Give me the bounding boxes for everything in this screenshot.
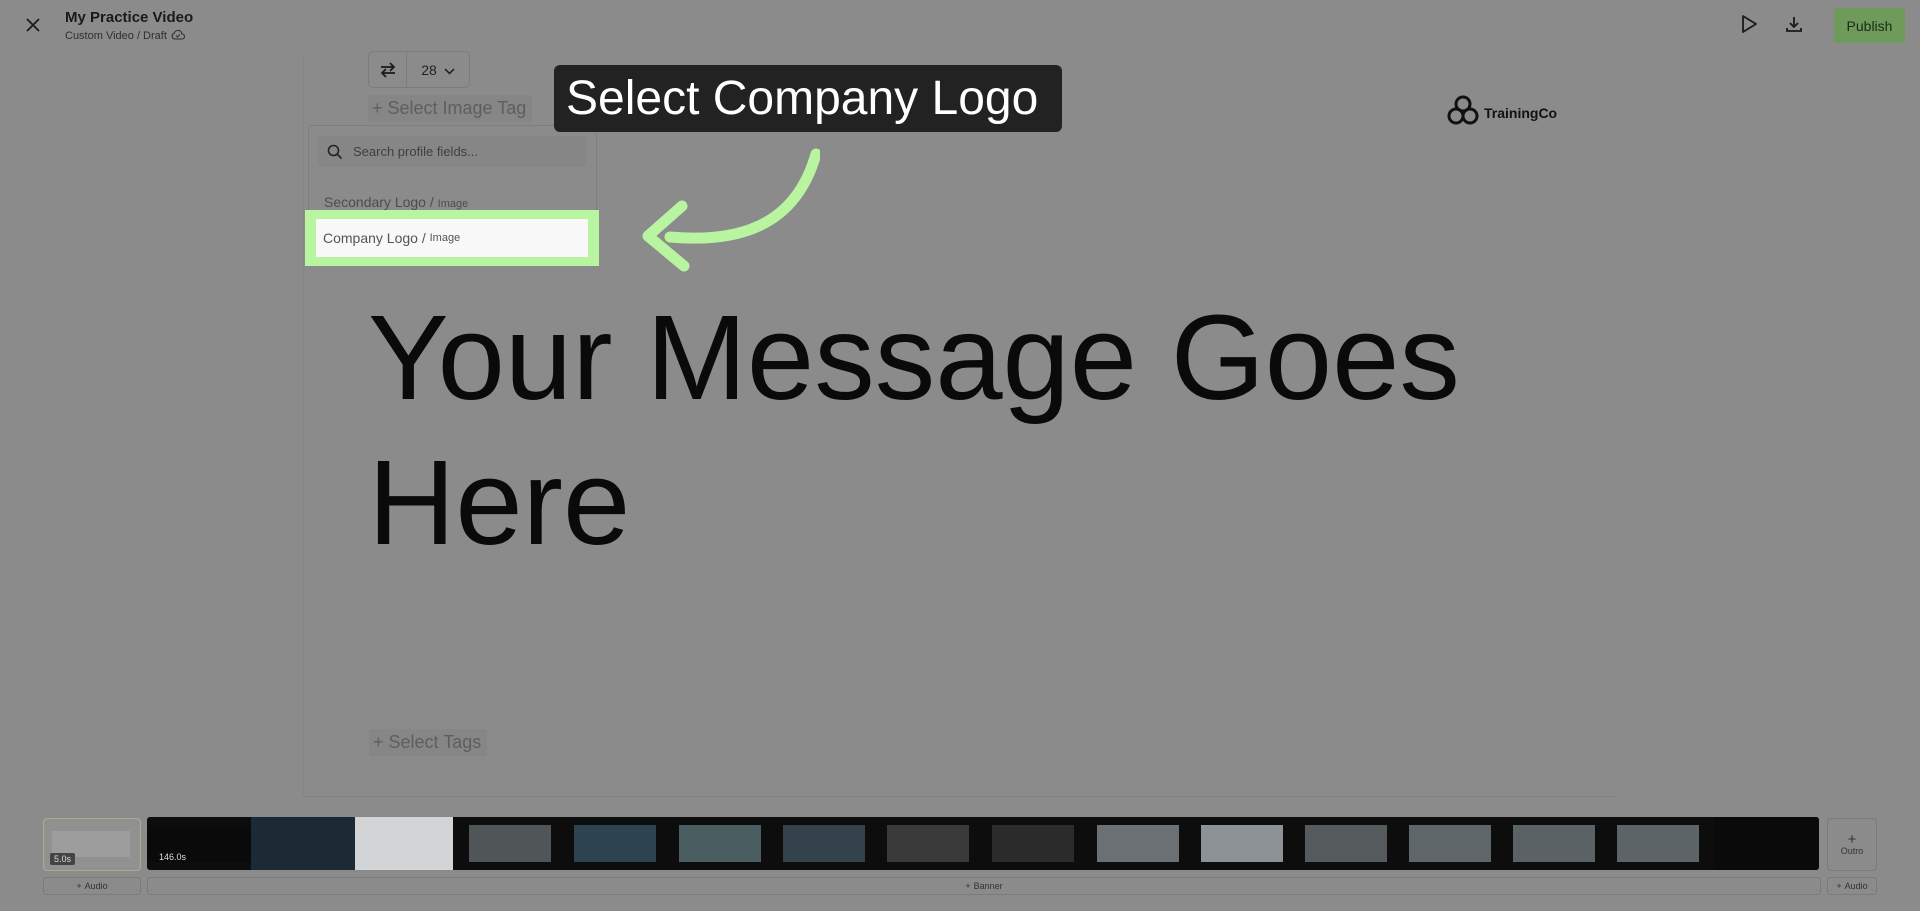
clip-thumbnail bbox=[1409, 825, 1491, 862]
tutorial-callout: Select Company Logo bbox=[554, 65, 1062, 132]
font-size-value: 28 bbox=[421, 61, 437, 78]
publish-button[interactable]: Publish bbox=[1834, 8, 1905, 43]
text-toolbar: 28 bbox=[368, 51, 470, 88]
clip-thumbnail bbox=[887, 825, 969, 862]
clip-thumbnail bbox=[469, 825, 551, 862]
intro-clip[interactable]: 5.0s bbox=[43, 818, 141, 871]
clip-thumbnail bbox=[355, 817, 453, 870]
add-audio-button-right[interactable]: + Audio bbox=[1827, 877, 1877, 895]
clip-thumbnail bbox=[1715, 817, 1819, 870]
clip-thumbnail bbox=[1201, 825, 1283, 862]
search-field[interactable] bbox=[318, 136, 586, 167]
add-banner-label: Banner bbox=[973, 881, 1003, 891]
clip-thumbnail bbox=[783, 825, 865, 862]
clip-thumbnail bbox=[251, 817, 355, 870]
plus-icon: + bbox=[1847, 831, 1857, 848]
close-icon[interactable] bbox=[22, 14, 44, 36]
logo-mark-icon bbox=[1446, 94, 1480, 131]
clip-thumbnail bbox=[574, 825, 656, 862]
option-type: Image bbox=[437, 198, 469, 210]
video-status-text: Custom Video / Draft bbox=[65, 30, 167, 42]
download-icon[interactable] bbox=[1782, 12, 1806, 36]
search-input[interactable] bbox=[351, 143, 575, 160]
video-title: My Practice Video bbox=[65, 9, 194, 26]
option-secondary-logo[interactable]: Secondary Logo / Image bbox=[324, 194, 468, 210]
plus-icon: + bbox=[76, 881, 82, 891]
add-audio-button-left[interactable]: + Audio bbox=[43, 877, 141, 895]
top-bar: My Practice Video Custom Video / Draft P… bbox=[0, 0, 1920, 54]
select-image-tag-button[interactable]: + Select Image Tag bbox=[368, 95, 533, 122]
add-banner-button[interactable]: + Banner bbox=[147, 877, 1821, 895]
clip-thumbnail bbox=[1513, 825, 1595, 862]
plus-icon: + bbox=[373, 732, 384, 752]
plus-icon: + bbox=[965, 881, 971, 891]
clip-thumbnail bbox=[1305, 825, 1387, 862]
main-duration: 146.0s bbox=[159, 852, 187, 862]
option-label: Company Logo bbox=[323, 230, 418, 246]
swap-icon[interactable] bbox=[369, 52, 407, 87]
search-icon bbox=[327, 144, 343, 160]
clip-thumbnail bbox=[992, 825, 1074, 862]
clip-thumbnail bbox=[1097, 825, 1179, 862]
option-type: Image bbox=[429, 232, 461, 244]
add-audio-label: Audio bbox=[1844, 881, 1868, 891]
video-status: Custom Video / Draft bbox=[65, 29, 185, 43]
add-audio-label: Audio bbox=[84, 881, 108, 891]
play-icon[interactable] bbox=[1737, 12, 1761, 36]
outro-label: Outro bbox=[1840, 846, 1864, 856]
select-image-tag-label: Select Image Tag bbox=[387, 98, 527, 118]
clip-thumbnail bbox=[679, 825, 761, 862]
logo-text: TrainingCo bbox=[1484, 104, 1558, 121]
intro-duration: 5.0s bbox=[50, 853, 76, 865]
company-logo[interactable]: TrainingCo bbox=[1446, 94, 1557, 131]
select-tags-label: Select Tags bbox=[388, 732, 482, 752]
option-company-logo[interactable]: Company Logo / Image bbox=[316, 219, 588, 257]
option-label: Secondary Logo bbox=[324, 194, 426, 210]
pointer-arrow-icon bbox=[640, 140, 822, 285]
select-tags-button[interactable]: + Select Tags bbox=[369, 729, 488, 756]
plus-icon: + bbox=[372, 98, 383, 118]
plus-icon: + bbox=[1836, 881, 1842, 891]
cloud-save-icon bbox=[171, 29, 185, 43]
chevron-down-icon bbox=[444, 62, 455, 78]
font-size-select[interactable]: 28 bbox=[407, 62, 469, 78]
main-clip-strip[interactable]: 146.0s bbox=[147, 817, 1819, 870]
message-text[interactable]: Your Message Goes Here bbox=[368, 285, 1618, 575]
clip-thumbnail bbox=[1617, 825, 1699, 862]
add-outro-button[interactable]: + Outro bbox=[1827, 818, 1877, 871]
